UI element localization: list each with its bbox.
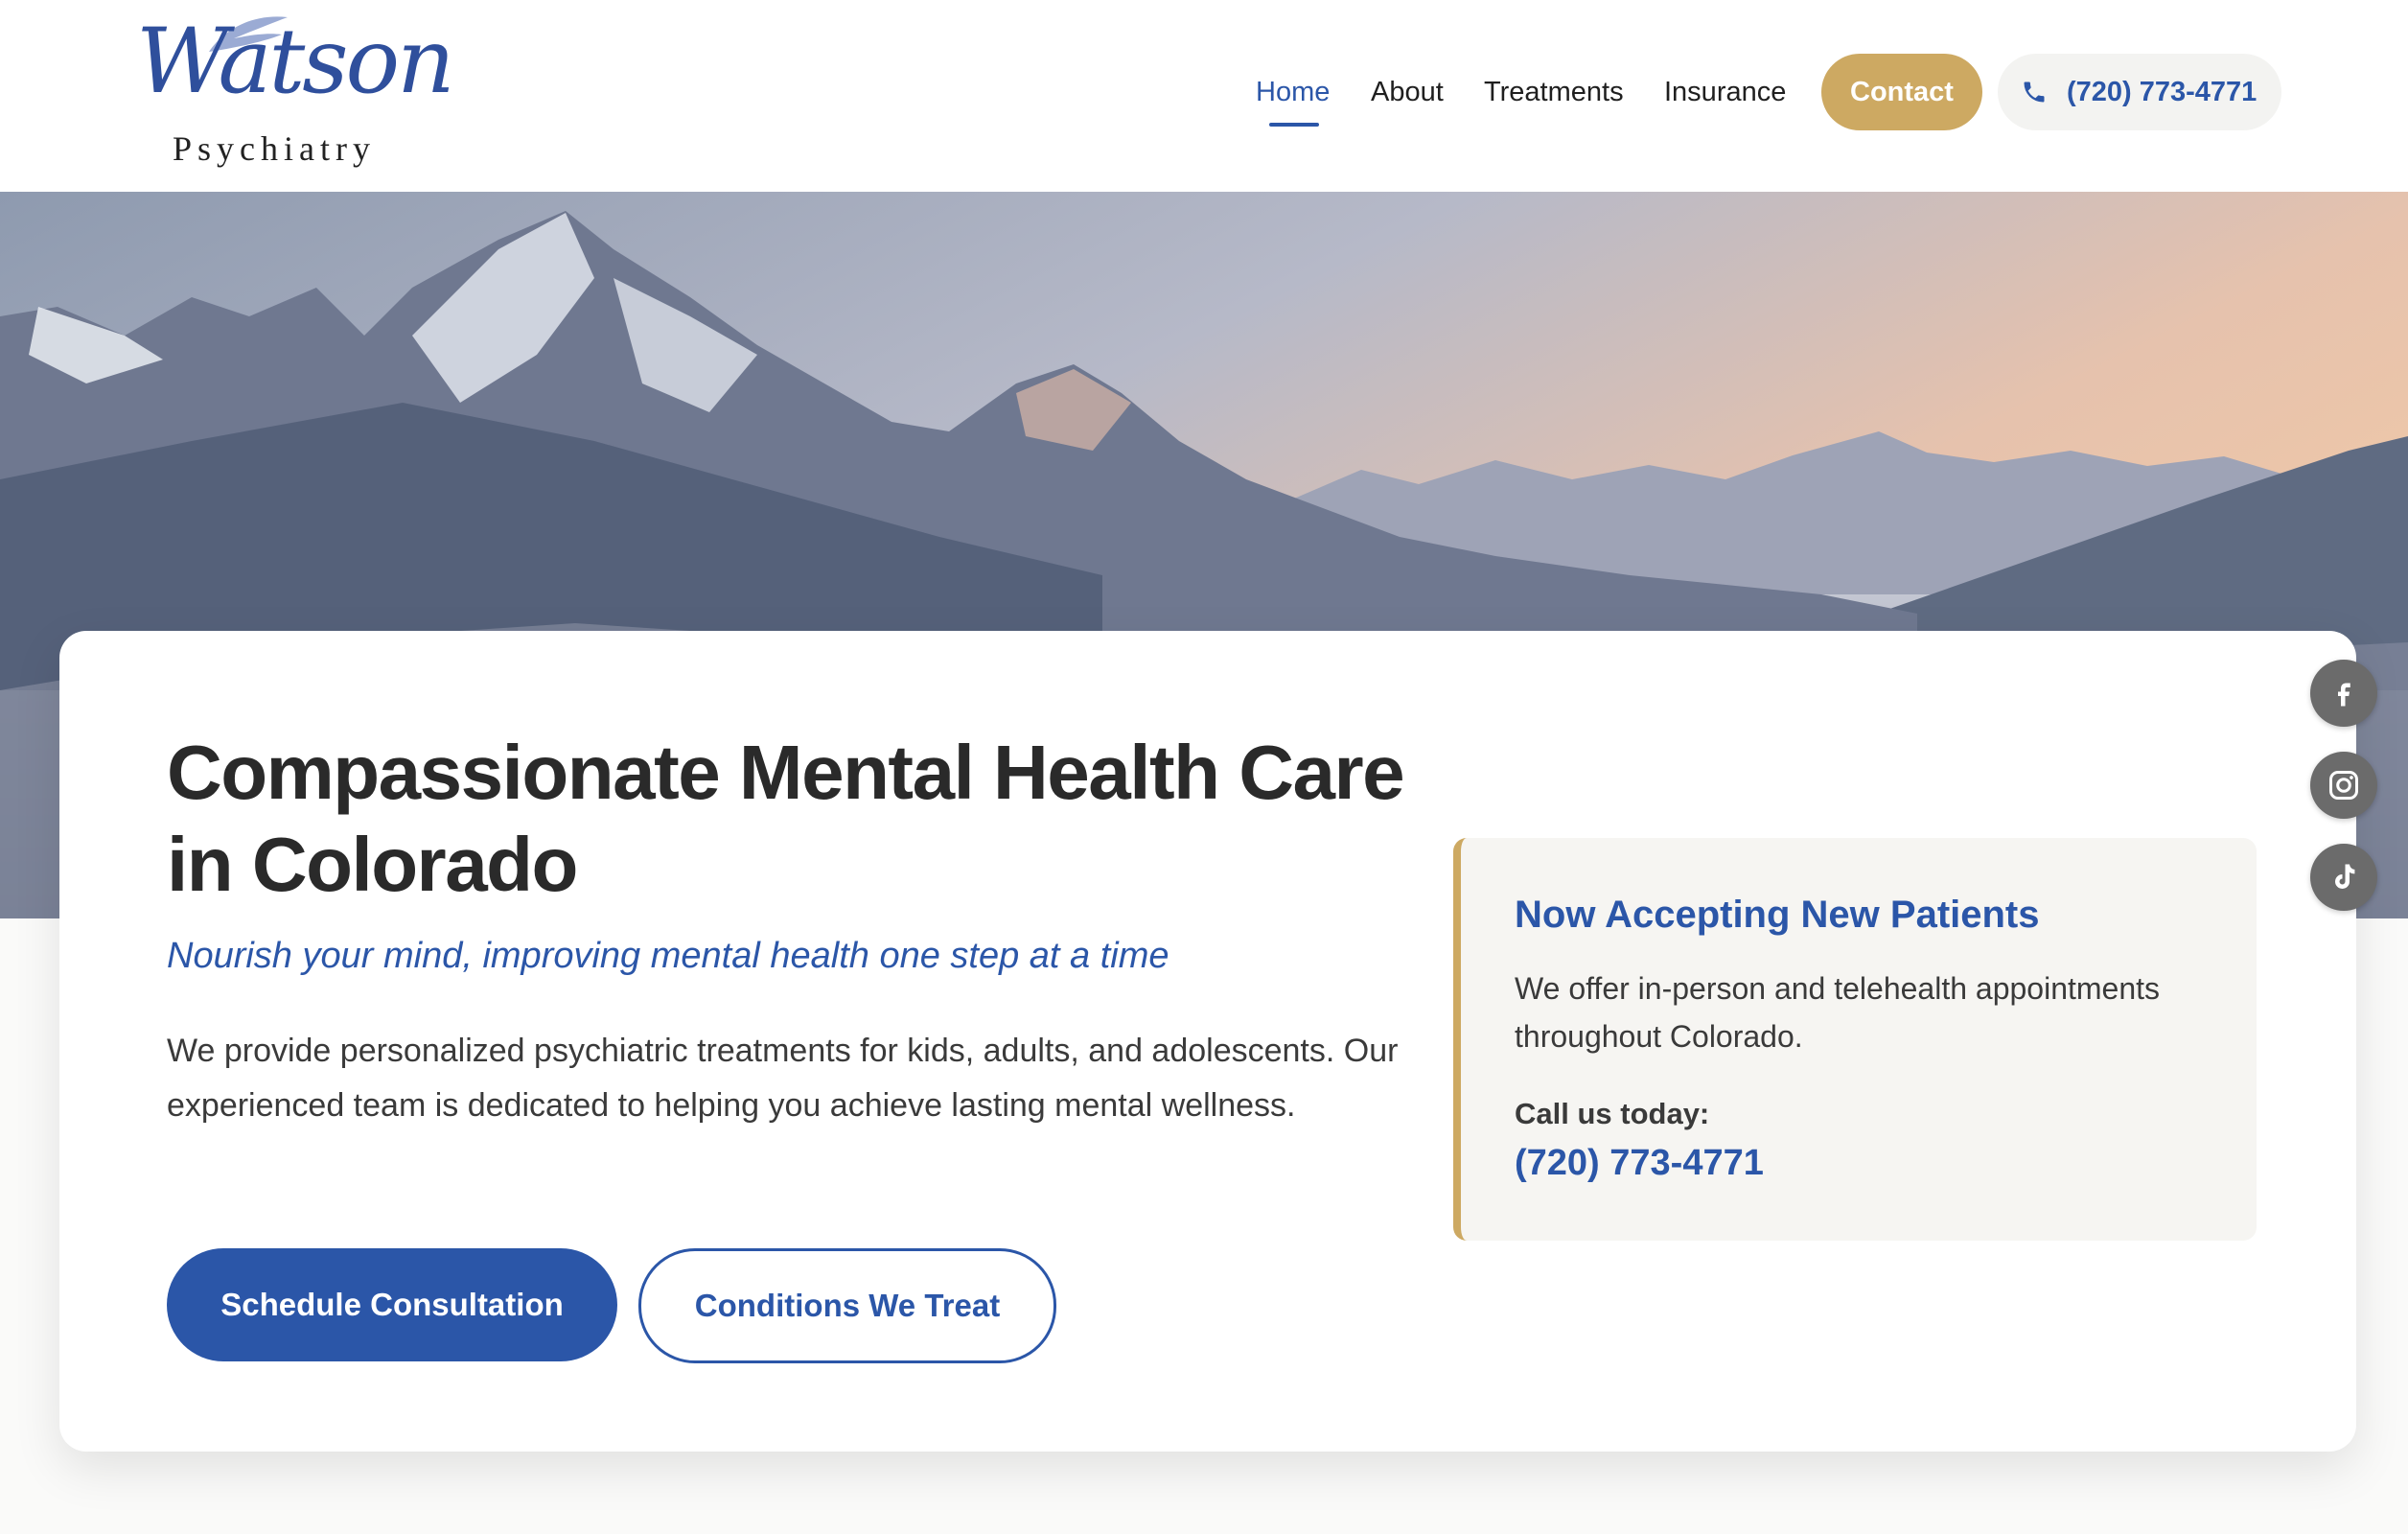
schedule-consultation-button[interactable]: Schedule Consultation bbox=[167, 1248, 617, 1361]
nav-insurance[interactable]: Insurance bbox=[1664, 54, 1786, 130]
instagram-link[interactable] bbox=[2310, 752, 2377, 819]
facebook-icon bbox=[2338, 683, 2350, 707]
callout-phone-link[interactable]: (720) 773-4771 bbox=[1515, 1143, 1764, 1184]
logo-subtitle: Psychiatry bbox=[173, 129, 376, 168]
logo-wordmark: Watson bbox=[136, 10, 455, 114]
tiktok-link[interactable] bbox=[2310, 844, 2377, 911]
hero-description: We provide personalized psychiatric trea… bbox=[167, 1033, 1399, 1124]
phone-button[interactable]: (720) 773-4771 bbox=[1998, 54, 2281, 130]
tiktok-icon bbox=[2335, 864, 2355, 889]
page-title: Compassionate Mental Health Care in Colo… bbox=[167, 730, 1405, 907]
new-patients-callout: Now Accepting New Patients We offer in-p… bbox=[1453, 838, 2257, 1241]
callout-text: We offer in-person and telehealth appoin… bbox=[1515, 971, 2161, 1054]
nav-treatments[interactable]: Treatments bbox=[1484, 54, 1624, 130]
hero-card: Compassionate Mental Health Care in Colo… bbox=[59, 631, 2356, 1452]
site-header: Watson Psychiatry Home About Treatments … bbox=[0, 0, 2408, 194]
nav-about[interactable]: About bbox=[1371, 54, 1444, 130]
callout-title: Now Accepting New Patients bbox=[1515, 894, 2040, 936]
tagline: Nourish your mind, improving mental heal… bbox=[167, 936, 1169, 976]
nav-home[interactable]: Home bbox=[1256, 54, 1330, 130]
call-label: Call us today: bbox=[1515, 1097, 1710, 1130]
nav-active-indicator bbox=[1269, 123, 1319, 127]
logo[interactable]: Watson Psychiatry bbox=[130, 10, 455, 173]
phone-icon bbox=[2024, 81, 2045, 103]
instagram-icon bbox=[2329, 771, 2358, 800]
conditions-we-treat-button[interactable]: Conditions We Treat bbox=[638, 1248, 1056, 1363]
facebook-link[interactable] bbox=[2310, 660, 2377, 727]
contact-button[interactable]: Contact bbox=[1821, 54, 1982, 130]
phone-button-label: (720) 773-4771 bbox=[2067, 77, 2258, 107]
